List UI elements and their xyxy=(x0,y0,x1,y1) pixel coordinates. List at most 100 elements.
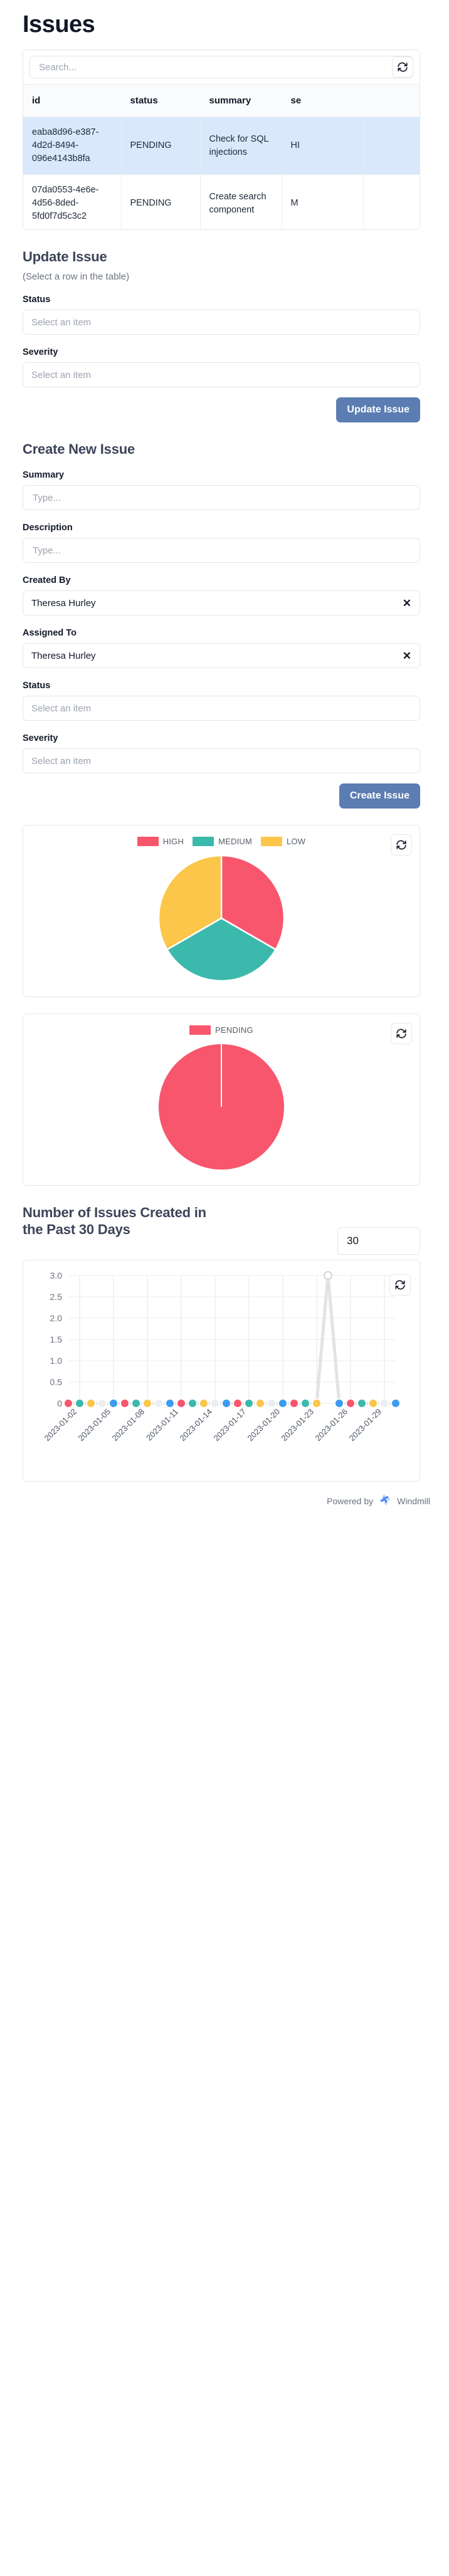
create-severity-placeholder: Select an item xyxy=(31,755,92,767)
create-severity-field: Severity Select an item xyxy=(0,733,449,773)
cell-id: eaba8d96-e387-4d2d-8494-096e4143b8fa xyxy=(23,117,122,175)
table-row[interactable]: 07da0553-4e6e-4d56-8ded-5fd0f7d5c3c2 PEN… xyxy=(23,174,420,229)
close-icon[interactable]: ✕ xyxy=(398,651,411,661)
svg-text:2023-01-02: 2023-01-02 xyxy=(42,1407,78,1443)
create-description-label: Description xyxy=(23,523,73,533)
update-severity-select[interactable]: Select an item xyxy=(23,362,420,387)
legend-item[interactable]: MEDIUM xyxy=(193,837,252,846)
update-severity-label: Severity xyxy=(23,347,58,357)
legend-item[interactable]: PENDING xyxy=(189,1025,253,1035)
refresh-icon xyxy=(394,1279,406,1291)
column-header-summary[interactable]: summary xyxy=(200,85,282,117)
create-status-label: Status xyxy=(23,681,51,691)
create-summary-label: Summary xyxy=(23,470,65,480)
cell-status: PENDING xyxy=(121,174,201,229)
legend-swatch xyxy=(137,837,159,846)
svg-text:2023-01-14: 2023-01-14 xyxy=(177,1407,214,1443)
refresh-icon xyxy=(396,1028,407,1039)
svg-text:2.0: 2.0 xyxy=(50,1313,63,1323)
create-status-select[interactable]: Select an item xyxy=(23,696,420,721)
created-by-value: Theresa Hurley xyxy=(31,597,96,609)
create-created-by-label: Created By xyxy=(23,575,71,585)
created-by-select[interactable]: Theresa Hurley ✕ xyxy=(23,590,420,615)
severity-pie-legend: HIGH MEDIUM LOW xyxy=(23,834,420,850)
status-pie-chart[interactable] xyxy=(127,1042,315,1174)
severity-pie-refresh-button[interactable] xyxy=(391,834,412,856)
issues-table: id status summary se eaba8d96-e387-4d2d-… xyxy=(23,85,420,229)
legend-swatch xyxy=(261,837,282,846)
severity-pie-card: HIGH MEDIUM LOW xyxy=(23,825,420,997)
update-status-field: Status Select an item xyxy=(0,295,449,335)
svg-text:2023-01-20: 2023-01-20 xyxy=(245,1407,282,1443)
table-scroll-area[interactable]: id status summary se eaba8d96-e387-4d2d-… xyxy=(23,85,420,229)
svg-text:2023-01-08: 2023-01-08 xyxy=(110,1407,146,1443)
svg-text:2023-01-05: 2023-01-05 xyxy=(76,1407,112,1443)
assigned-to-select[interactable]: Theresa Hurley ✕ xyxy=(23,643,420,668)
svg-text:2.5: 2.5 xyxy=(50,1292,63,1302)
svg-text:2023-01-29: 2023-01-29 xyxy=(347,1407,383,1443)
table-search-row xyxy=(23,50,420,85)
svg-text:2023-01-17: 2023-01-17 xyxy=(211,1407,248,1443)
create-summary-field: Summary xyxy=(0,470,449,510)
update-issue-hint: (Select a row in the table) xyxy=(23,271,130,282)
line-chart-refresh-button[interactable] xyxy=(389,1274,411,1296)
svg-text:1.5: 1.5 xyxy=(50,1334,63,1344)
legend-label: PENDING xyxy=(215,1025,253,1035)
update-severity-field: Severity Select an item xyxy=(0,347,449,387)
svg-text:0.5: 0.5 xyxy=(50,1377,63,1387)
issues-app: Issues id status summary xyxy=(0,0,449,2576)
assigned-to-value: Theresa Hurley xyxy=(31,650,96,661)
create-summary-control[interactable] xyxy=(23,485,420,510)
cell-extra xyxy=(363,117,420,175)
update-issue-button[interactable]: Update Issue xyxy=(336,397,420,422)
cell-extra xyxy=(363,174,420,229)
line-chart-card: 0 0.5 1.0 1.5 2.0 2.5 3.0 2023-01-02 2023-01-05 2… xyxy=(23,1260,420,1482)
column-header-status[interactable]: status xyxy=(121,85,200,117)
create-issue-button-row: Create Issue xyxy=(0,773,449,809)
severity-pie-wrap xyxy=(23,850,420,990)
close-icon[interactable]: ✕ xyxy=(398,598,411,609)
summary-input[interactable] xyxy=(31,491,411,504)
cell-status: PENDING xyxy=(121,117,201,175)
days-input[interactable] xyxy=(337,1227,420,1255)
create-severity-select[interactable]: Select an item xyxy=(23,748,420,773)
windmill-logo-icon xyxy=(378,1493,392,1509)
svg-text:2023-01-26: 2023-01-26 xyxy=(313,1407,349,1443)
description-input[interactable] xyxy=(31,544,411,557)
legend-item[interactable]: HIGH xyxy=(137,837,184,846)
windmill-brand: Windmill xyxy=(397,1495,430,1506)
create-status-field: Status Select an item xyxy=(0,681,449,721)
table-refresh-button[interactable] xyxy=(392,56,413,78)
issues-line-chart[interactable]: 00.51.01.52.02.53.02023-01-022023-01-052… xyxy=(23,1264,412,1477)
column-header-severity[interactable]: se xyxy=(282,85,363,117)
update-status-select[interactable]: Select an item xyxy=(23,310,420,335)
create-description-field: Description xyxy=(0,523,449,563)
table-row[interactable]: eaba8d96-e387-4d2d-8494-096e4143b8fa PEN… xyxy=(23,117,420,175)
table-body: eaba8d96-e387-4d2d-8494-096e4143b8fa PEN… xyxy=(23,117,420,229)
status-pie-legend: PENDING xyxy=(23,1023,420,1039)
refresh-icon xyxy=(397,61,408,73)
create-description-control[interactable] xyxy=(23,538,420,563)
column-header-extra[interactable] xyxy=(363,85,420,117)
create-issue-button[interactable]: Create Issue xyxy=(339,783,420,809)
legend-label: MEDIUM xyxy=(218,837,252,846)
cell-summary: Create search component xyxy=(200,174,282,229)
severity-pie-chart[interactable] xyxy=(127,854,315,985)
svg-text:2023-01-11: 2023-01-11 xyxy=(144,1407,180,1443)
svg-text:2023-01-23: 2023-01-23 xyxy=(279,1407,315,1443)
update-status-label: Status xyxy=(23,295,51,305)
create-issue-heading: Create New Issue xyxy=(23,441,135,457)
column-header-id[interactable]: id xyxy=(23,85,121,117)
update-status-placeholder: Select an item xyxy=(31,317,92,328)
svg-text:1.0: 1.0 xyxy=(50,1356,63,1366)
update-severity-placeholder: Select an item xyxy=(31,369,92,380)
svg-text:3.0: 3.0 xyxy=(50,1270,63,1280)
table-header: id status summary se xyxy=(23,85,420,117)
legend-item[interactable]: LOW xyxy=(261,837,305,846)
search-input[interactable] xyxy=(29,56,413,78)
cell-severity: HI xyxy=(282,117,364,175)
status-pie-refresh-button[interactable] xyxy=(391,1023,412,1044)
refresh-icon xyxy=(396,839,407,851)
legend-swatch xyxy=(193,837,214,846)
cell-id: 07da0553-4e6e-4d56-8ded-5fd0f7d5c3c2 xyxy=(23,174,122,229)
